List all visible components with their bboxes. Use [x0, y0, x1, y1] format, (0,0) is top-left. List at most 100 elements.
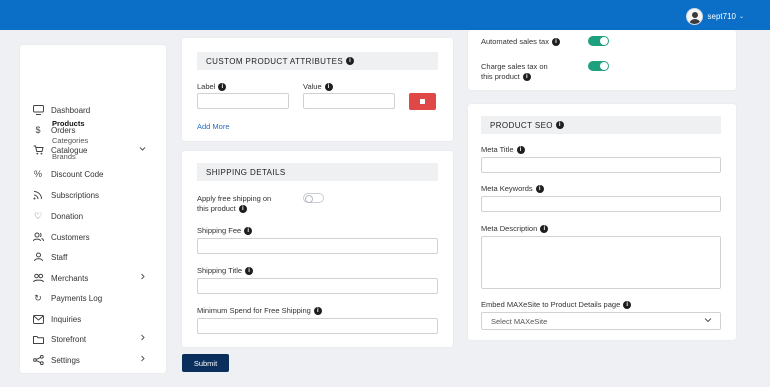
- maxesite-select-value: Select MAXeSite: [491, 316, 548, 326]
- info-icon: i: [535, 185, 544, 194]
- delete-attribute-button[interactable]: [409, 93, 436, 110]
- sidebar-subitem-categories[interactable]: Categories: [52, 136, 88, 145]
- sidebar-item-label: Discount Code: [51, 169, 104, 179]
- meta-description-label: Meta Description i: [481, 224, 549, 234]
- automated-sales-tax-label: Automated sales tax i: [481, 37, 560, 47]
- submit-button[interactable]: Submit: [182, 354, 229, 372]
- custom-attributes-header: CUSTOM PRODUCT ATTRIBUTES i: [197, 52, 438, 70]
- charge-sales-tax-toggle[interactable]: [588, 61, 609, 71]
- info-icon: i: [516, 146, 525, 155]
- monitor-icon: [32, 105, 44, 115]
- sidebar-item-payments-log[interactable]: ↻ Payments Log: [32, 291, 158, 305]
- sidebar-item-donation[interactable]: ♡ Donation: [32, 209, 158, 223]
- product-seo-title: PRODUCT SEO: [490, 120, 553, 130]
- sidebar-subitem-brands[interactable]: Brands: [52, 152, 76, 161]
- username[interactable]: sept710: [708, 12, 736, 21]
- meta-title-input[interactable]: [481, 157, 721, 173]
- free-shipping-label: Apply free shipping on this product i: [197, 194, 272, 214]
- shipping-details-header: SHIPPING DETAILS: [197, 163, 438, 181]
- meta-description-textarea[interactable]: [481, 236, 721, 289]
- sidebar-item-label: Dashboard: [51, 105, 91, 115]
- sidebar-item-label: Settings: [51, 355, 80, 365]
- shipping-fee-label: Shipping Fee i: [197, 226, 253, 236]
- info-icon: i: [346, 57, 355, 65]
- minimum-spend-label: Minimum Spend for Free Shipping i: [197, 306, 322, 316]
- chevron-down-icon: [704, 316, 712, 325]
- product-seo-header: PRODUCT SEO i: [481, 116, 721, 134]
- sidebar-item-catalogue[interactable]: Catalogue: [32, 143, 158, 157]
- sidebar-subitem-products[interactable]: Products: [52, 119, 85, 128]
- charge-sales-tax-label: Charge sales tax on this product i: [481, 62, 548, 82]
- info-icon: i: [551, 38, 560, 47]
- meta-keywords-label: Meta Keywords i: [481, 184, 544, 194]
- chevron-right-icon[interactable]: [140, 354, 146, 364]
- sidebar-item-label: Inquiries: [51, 314, 82, 324]
- free-shipping-toggle[interactable]: [303, 193, 324, 203]
- info-icon: i: [555, 121, 564, 129]
- minimum-spend-input[interactable]: [197, 318, 438, 334]
- meta-title-label: Meta Title i: [481, 145, 525, 155]
- shipping-details-title: SHIPPING DETAILS: [206, 167, 286, 177]
- info-icon: i: [245, 267, 254, 276]
- users-icon: [32, 232, 44, 242]
- chevron-right-icon[interactable]: [140, 272, 146, 282]
- shipping-title-label: Shipping Title i: [197, 266, 254, 276]
- sidebar-item-label: Donation: [51, 211, 84, 221]
- heart-icon: ♡: [33, 210, 43, 221]
- attribute-value-label: Value i: [303, 82, 333, 92]
- attribute-value-input[interactable]: [303, 93, 395, 109]
- sidebar: Dashboard $ Orders Catalogue Products Ca…: [20, 45, 166, 373]
- info-icon: i: [522, 73, 531, 82]
- sidebar-item-subscriptions[interactable]: Subscriptions: [32, 188, 158, 202]
- info-icon: i: [244, 227, 253, 236]
- sidebar-item-staff[interactable]: Staff: [32, 250, 158, 264]
- shipping-fee-input[interactable]: [197, 238, 438, 254]
- sidebar-item-inquiries[interactable]: Inquiries: [32, 312, 158, 326]
- sidebar-item-discount-code[interactable]: % Discount Code: [32, 167, 158, 181]
- mail-icon: [32, 314, 44, 324]
- top-bar: sept710 ⌄: [0, 0, 770, 30]
- sidebar-item-orders[interactable]: $ Orders: [32, 123, 158, 137]
- info-icon: i: [218, 83, 227, 92]
- add-more-link[interactable]: Add More: [197, 122, 230, 131]
- attribute-label-label: Label i: [197, 82, 227, 92]
- rss-icon: [32, 190, 44, 200]
- sidebar-item-customers[interactable]: Customers: [32, 230, 158, 244]
- sidebar-item-label: Staff: [51, 252, 68, 262]
- staff-icon: [32, 252, 44, 262]
- dollar-icon: $: [35, 125, 41, 135]
- automated-sales-tax-toggle[interactable]: [588, 36, 609, 46]
- embed-maxesite-label: Embed MAXeSite to Product Details page i: [481, 300, 632, 310]
- maxesite-select[interactable]: Select MAXeSite: [481, 312, 721, 330]
- sidebar-item-label: Payments Log: [51, 293, 103, 303]
- share-icon: [32, 355, 44, 365]
- percent-icon: %: [33, 169, 42, 179]
- trash-icon: [420, 99, 425, 104]
- meta-keywords-input[interactable]: [481, 196, 721, 212]
- cart-icon: [32, 145, 44, 155]
- sidebar-item-label: Subscriptions: [51, 190, 100, 200]
- info-icon: i: [313, 307, 322, 316]
- info-icon: i: [324, 83, 333, 92]
- sidebar-item-label: Merchants: [51, 273, 89, 283]
- folder-icon: [32, 334, 44, 344]
- sidebar-item-storefront[interactable]: Storefront: [32, 332, 158, 346]
- refresh-icon: ↻: [34, 292, 42, 303]
- attribute-label-input[interactable]: [197, 93, 289, 109]
- merchants-icon: [32, 273, 44, 283]
- chevron-down-icon[interactable]: ⌄: [739, 13, 744, 20]
- sidebar-item-dashboard[interactable]: Dashboard: [32, 103, 158, 117]
- sidebar-item-merchants[interactable]: Merchants: [32, 271, 158, 285]
- shipping-title-input[interactable]: [197, 278, 438, 294]
- sidebar-item-label: Storefront: [51, 334, 87, 344]
- sidebar-item-label: Customers: [51, 232, 90, 242]
- info-icon: i: [540, 225, 549, 234]
- info-icon: i: [238, 205, 247, 214]
- chevron-down-icon[interactable]: [139, 144, 146, 154]
- user-menu[interactable]: sept710 ⌄: [685, 8, 744, 25]
- custom-attributes-title: CUSTOM PRODUCT ATTRIBUTES: [206, 56, 344, 66]
- info-icon: i: [623, 301, 632, 310]
- sidebar-item-settings[interactable]: Settings: [32, 353, 158, 367]
- avatar[interactable]: [685, 8, 703, 25]
- chevron-right-icon[interactable]: [140, 333, 146, 343]
